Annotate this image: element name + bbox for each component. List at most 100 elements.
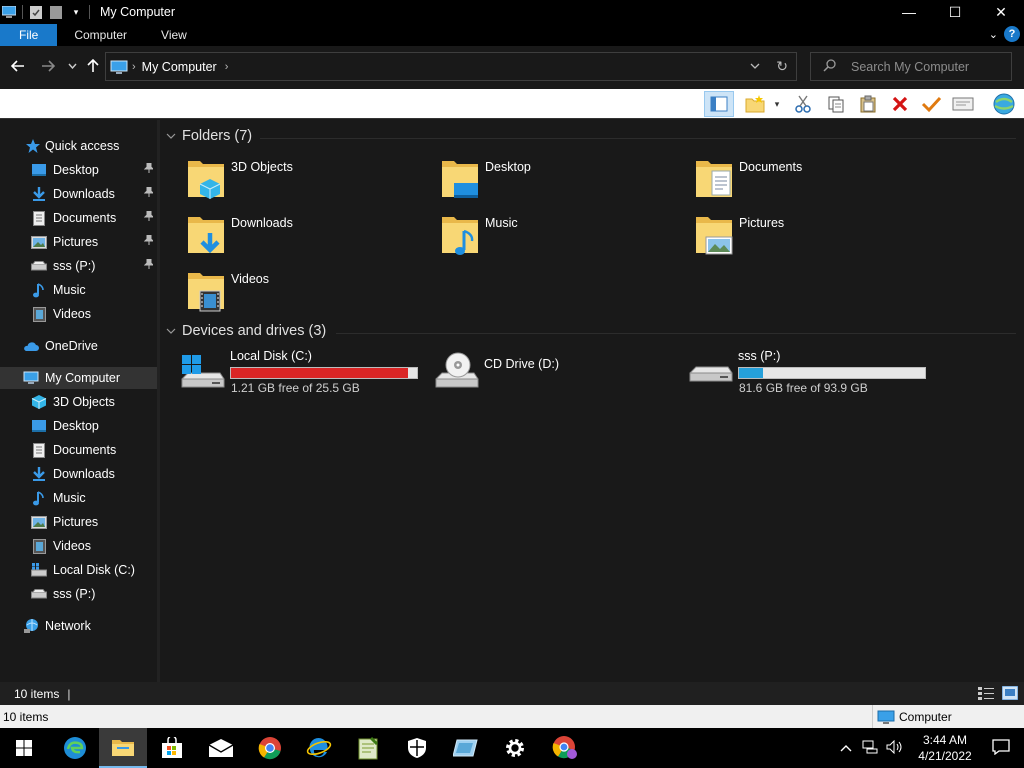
security-shield-icon[interactable]: [393, 728, 441, 768]
breadcrumb-chevron-icon[interactable]: ›: [225, 61, 229, 73]
sidebar-item-music[interactable]: Music: [0, 487, 157, 509]
sidebar-item-documents[interactable]: Documents: [0, 439, 157, 461]
drive-tile[interactable]: CD Drive (D:): [414, 349, 664, 401]
store-icon[interactable]: [148, 728, 196, 768]
sidebar-item-sss-p[interactable]: sss (P:): [0, 583, 157, 605]
settings-gear-icon[interactable]: [491, 728, 539, 768]
star-icon: [25, 138, 41, 154]
sidebar-item-pictures[interactable]: Pictures: [0, 231, 157, 253]
large-icons-view-icon[interactable]: [1001, 685, 1019, 703]
drive-label: sss (P:): [738, 349, 781, 363]
folder-tile[interactable]: Documents: [668, 157, 908, 209]
search-box[interactable]: [810, 52, 1012, 81]
pin-icon[interactable]: [143, 234, 155, 248]
show-hidden-icons-chevron-icon[interactable]: [840, 741, 852, 755]
remote-desktop-icon[interactable]: [442, 728, 490, 768]
maximize-button[interactable]: ☐: [932, 0, 978, 24]
collapse-chevron-icon[interactable]: [166, 326, 176, 337]
notifications-icon[interactable]: [992, 738, 1010, 758]
expand-ribbon-icon[interactable]: ⌄: [989, 28, 998, 41]
pin-icon[interactable]: [143, 162, 155, 176]
computer-app-icon[interactable]: [2, 5, 16, 19]
help-icon[interactable]: ?: [1004, 26, 1020, 42]
file-explorer-icon[interactable]: [99, 728, 147, 768]
cut-icon[interactable]: [792, 93, 814, 115]
address-bar[interactable]: › My Computer › ↻: [105, 52, 797, 81]
folder-tile[interactable]: Videos: [160, 269, 400, 321]
folder-tile[interactable]: Downloads: [160, 213, 400, 265]
tab-view[interactable]: View: [144, 24, 204, 46]
sidebar-item-my-computer[interactable]: My Computer: [0, 367, 157, 389]
sidebar-item-desktop[interactable]: Desktop: [0, 415, 157, 437]
pin-icon[interactable]: [143, 186, 155, 200]
rename-check-icon[interactable]: [920, 93, 942, 115]
notepad-plus-plus-icon[interactable]: [344, 728, 392, 768]
tab-computer[interactable]: Computer: [57, 24, 144, 46]
address-dropdown-icon[interactable]: [750, 60, 760, 72]
folders-group-header[interactable]: Folders (7): [166, 128, 252, 144]
sidebar-item-quick-access[interactable]: Quick access: [0, 135, 157, 157]
tab-file[interactable]: File: [0, 24, 58, 46]
sidebar-item-3d-objects[interactable]: 3D Objects: [0, 391, 157, 413]
drive-tile[interactable]: Local Disk (C:) 1.21 GB free of 25.5 GB: [160, 349, 418, 401]
paste-icon[interactable]: [857, 93, 879, 115]
sidebar-item-pictures[interactable]: Pictures: [0, 511, 157, 533]
forward-arrow-icon[interactable]: [40, 58, 56, 74]
pin-icon[interactable]: [143, 258, 155, 272]
sidebar-item-desktop[interactable]: Desktop: [0, 159, 157, 181]
network-status-icon[interactable]: [862, 740, 878, 757]
start-button[interactable]: [0, 728, 48, 768]
drives-group-header[interactable]: Devices and drives (3): [166, 323, 326, 339]
sidebar-item-onedrive[interactable]: OneDrive: [0, 335, 157, 357]
folder-tile[interactable]: Music: [414, 213, 654, 265]
customize-qat-icon[interactable]: ▾: [69, 5, 83, 19]
drive-usage-fill: [231, 368, 409, 378]
sidebar-item-sss-p[interactable]: sss (P:): [0, 255, 157, 277]
sidebar-item-label: Documents: [53, 211, 117, 225]
clock[interactable]: 3:44 AM 4/21/2022: [910, 732, 980, 764]
copy-icon[interactable]: [825, 93, 847, 115]
collapse-chevron-icon[interactable]: [166, 131, 176, 142]
chrome-icon[interactable]: [246, 728, 294, 768]
close-button[interactable]: ✕: [978, 0, 1024, 24]
search-input[interactable]: [851, 59, 1001, 74]
sidebar-item-documents[interactable]: Documents: [0, 207, 157, 229]
sidebar-item-music[interactable]: Music: [0, 279, 157, 301]
sidebar-item-label: Local Disk (C:): [53, 563, 135, 577]
sidebar-item-local-disk-c[interactable]: Local Disk (C:): [0, 559, 157, 581]
sidebar-item-label: sss (P:): [53, 259, 96, 273]
folder-tile[interactable]: 3D Objects: [160, 157, 400, 209]
volume-icon[interactable]: [886, 739, 904, 757]
sidebar-item-downloads[interactable]: Downloads: [0, 183, 157, 205]
breadcrumb[interactable]: My Computer: [142, 60, 217, 74]
new-folder-icon[interactable]: [744, 93, 766, 115]
recent-locations-icon[interactable]: [64, 58, 80, 74]
mail-icon[interactable]: [197, 728, 245, 768]
sidebar-item-videos[interactable]: Videos: [0, 535, 157, 557]
minimize-button[interactable]: —: [886, 0, 932, 24]
drive-free-space: 1.21 GB free of 25.5 GB: [231, 381, 360, 395]
sidebar-item-videos[interactable]: Videos: [0, 303, 157, 325]
up-arrow-icon[interactable]: [85, 58, 101, 74]
breadcrumb-separator-icon[interactable]: ›: [132, 61, 136, 73]
sidebar-item-downloads[interactable]: Downloads: [0, 463, 157, 485]
edge-icon[interactable]: [51, 728, 99, 768]
navigation-pane-icon[interactable]: [704, 91, 734, 117]
drive-tile[interactable]: sss (P:) 81.6 GB free of 93.9 GB: [668, 349, 926, 401]
new-folder-icon[interactable]: [49, 5, 63, 19]
folder-tile[interactable]: Pictures: [668, 213, 908, 265]
delete-icon[interactable]: [889, 93, 911, 115]
details-view-icon[interactable]: [978, 686, 994, 703]
computer-icon: [877, 710, 895, 724]
internet-options-icon[interactable]: [992, 93, 1016, 115]
folder-tile[interactable]: Desktop: [414, 157, 654, 209]
properties-icon[interactable]: [952, 93, 974, 115]
properties-icon[interactable]: [29, 5, 43, 19]
sidebar-item-network[interactable]: Network: [0, 615, 157, 637]
back-arrow-icon[interactable]: [10, 58, 26, 74]
internet-explorer-icon[interactable]: [295, 728, 343, 768]
refresh-icon[interactable]: ↻: [776, 58, 788, 75]
new-folder-dropdown-icon[interactable]: ▾: [771, 93, 783, 115]
chrome-profile-icon[interactable]: [541, 728, 589, 768]
pin-icon[interactable]: [143, 210, 155, 224]
